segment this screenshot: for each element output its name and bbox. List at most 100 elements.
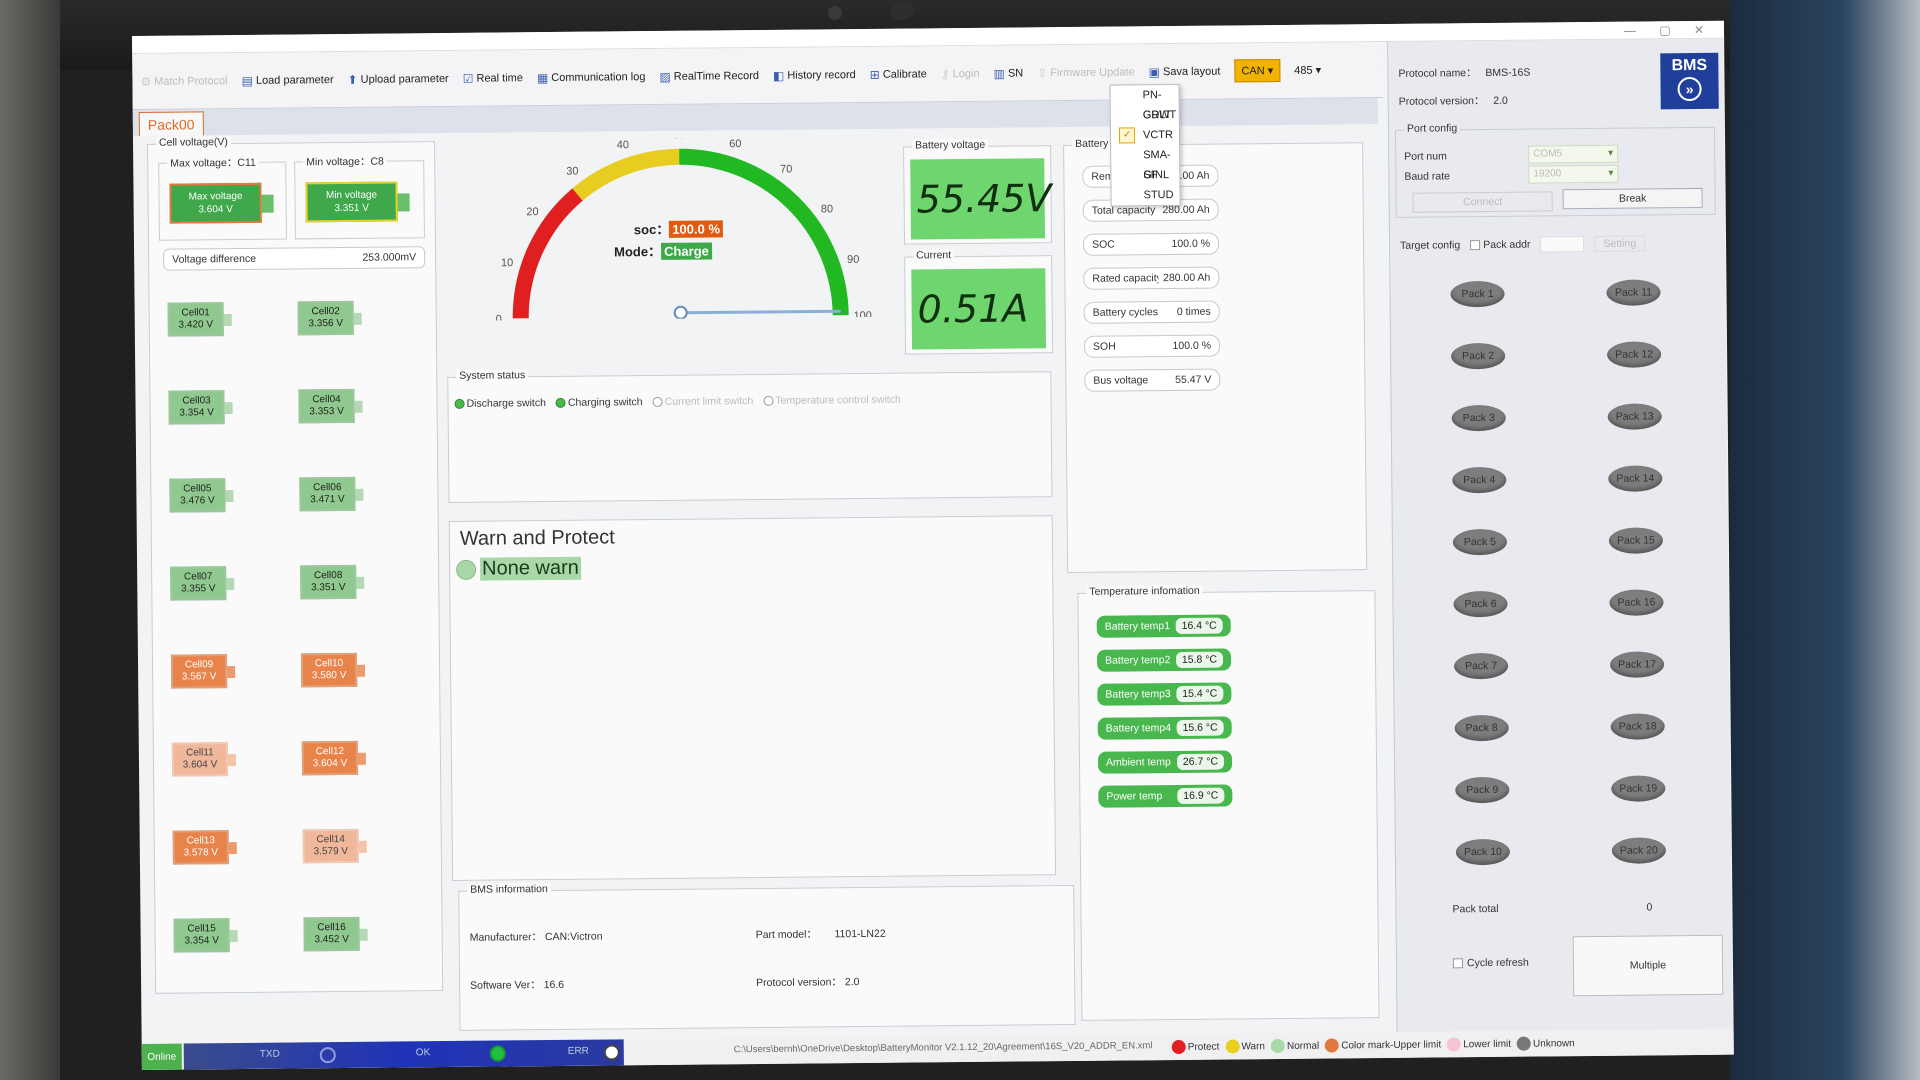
toolbar-load-button[interactable]: ▤ Load parameter [242, 73, 334, 87]
max-voltage-cell: Max voltage 3.604 V [169, 182, 262, 224]
gauge-tick-label: 40 [617, 139, 629, 151]
pack-button[interactable]: Pack 20 [1611, 837, 1667, 864]
pack-button[interactable]: Pack 10 [1455, 838, 1511, 866]
pack-button[interactable]: Pack 6 [1453, 590, 1508, 618]
cycle-refresh-checkbox[interactable]: Cycle refresh [1452, 956, 1529, 970]
pack-total-label: Pack total [1452, 902, 1499, 916]
pack-button[interactable]: Pack 16 [1609, 589, 1664, 616]
cell-value: 3.567 V [181, 671, 217, 683]
protocol-option[interactable]: VCTR [1111, 125, 1179, 146]
pack-button[interactable]: Pack 4 [1452, 466, 1507, 494]
status-bar: Online TXD OK ERR C:\Users\bernh\OneDriv… [141, 1028, 1734, 1070]
cell-cell13: Cell13 3.578 V [172, 830, 229, 865]
pack-button[interactable]: Pack 12 [1607, 341, 1662, 368]
cell-voltage-legend: Cell voltage(V) [155, 136, 231, 149]
radio-icon [555, 398, 566, 409]
toolbar-match-button[interactable]: ⚙ Match Protocol [140, 74, 227, 88]
app-window: — ▢ ✕ ⚙ Match Protocol ▤ Load parameter ⬆ Upl… [132, 20, 1734, 1070]
toolbar-save-button[interactable]: ▣ Sava layout [1149, 64, 1221, 79]
pack-button[interactable]: Pack 3 [1451, 404, 1506, 432]
rs485-dropdown-button[interactable]: 485 ▾ [1294, 64, 1321, 77]
log-icon: ▦ [536, 70, 549, 85]
soc-value: 100.0 % [669, 220, 724, 238]
protocol-version-value: 2.0 [844, 976, 860, 989]
software-version-value: 16.6 [543, 978, 565, 992]
toolbar-label: Login [952, 67, 980, 80]
cell-cell10: Cell10 3.580 V [300, 652, 358, 688]
chevron-down-icon: ▾ [1315, 64, 1322, 77]
pack-button[interactable]: Pack 9 [1455, 776, 1510, 804]
pack-button[interactable]: Pack 18 [1610, 713, 1665, 740]
legend-item: Protect [1171, 1039, 1220, 1055]
pack-button[interactable]: Pack 7 [1453, 652, 1509, 680]
cell-cell02: Cell02 3.356 V [297, 300, 354, 336]
part-model: Part model： 1101-LN22 [756, 926, 886, 942]
temperature-label: Ambient temp [1105, 756, 1171, 769]
system-status-legend: System status [456, 369, 529, 382]
warn-protect-title: Warn and Protect [459, 526, 615, 550]
toolbar-upload-button[interactable]: ⬆ Upload parameter [348, 71, 449, 86]
port-num-select[interactable]: COM5 ▾ [1528, 144, 1619, 164]
pack-button[interactable]: Pack 11 [1606, 279, 1661, 306]
baud-rate-select[interactable]: 19200 ▾ [1528, 164, 1619, 184]
online-indicator: Online [141, 1043, 182, 1070]
temperature-value: 26.7 °C [1176, 753, 1225, 771]
cell-cell12: Cell12 3.604 V [301, 740, 359, 776]
min-voltage-label: Min voltage：C8 [303, 153, 387, 170]
pack-button[interactable]: Pack 1 [1450, 280, 1505, 308]
pack-addr-input[interactable] [1540, 236, 1585, 253]
break-button[interactable]: Break [1562, 187, 1703, 210]
record-icon: ▨ [659, 69, 671, 84]
tab-pack00[interactable]: Pack00 [138, 111, 204, 136]
legend-dot-icon [1270, 1038, 1286, 1054]
pack-addr-checkbox[interactable]: Pack addr [1470, 239, 1531, 252]
legend-dot-icon [1516, 1036, 1532, 1051]
toolbar-history-button[interactable]: ◧ History record [773, 68, 856, 82]
cell-cell03: Cell03 3.354 V [168, 390, 225, 425]
battery-field-value: 55.47 V [1175, 373, 1212, 387]
toolbar-log-button[interactable]: ▦ Communication log [537, 70, 646, 85]
pack-button[interactable]: Pack 8 [1454, 714, 1509, 742]
login-icon: ⚷ [940, 66, 950, 81]
voltage-difference-value: 253.000mV [362, 251, 417, 264]
setting-button[interactable]: Setting [1594, 235, 1646, 252]
cell-name: Cell05 [183, 483, 212, 495]
gauge-arc-segment [572, 148, 680, 201]
protocol-option[interactable]: PN-GDLT [1111, 85, 1179, 121]
toolbar-record-button[interactable]: ▨ RealTime Record [659, 68, 759, 83]
toolbar-checkbox-button[interactable]: ☑ Real time [463, 71, 523, 85]
connect-button[interactable]: Connect [1412, 191, 1553, 213]
legend-item: Lower limit [1447, 1037, 1511, 1052]
toolbar-calibrate-button[interactable]: ⊞ Calibrate [870, 67, 927, 81]
toolbar-firmware-button[interactable]: ⇪ Firmware Update [1037, 65, 1135, 80]
toolbar-label: Upload parameter [360, 72, 449, 86]
battery-voltage-legend: Battery voltage [912, 138, 989, 152]
protocol-option[interactable]: GINL [1111, 165, 1179, 186]
pack-button[interactable]: Pack 5 [1452, 528, 1508, 556]
battery-field-value: 100.0 % [1171, 237, 1211, 251]
battery-field: Bus voltage 55.47 V [1084, 368, 1221, 392]
pack-button[interactable]: Pack 13 [1607, 403, 1662, 430]
pack-button[interactable]: Pack 2 [1451, 342, 1506, 370]
cell-name: Cell06 [313, 482, 342, 494]
manufacturer: Manufacturer： CAN:Victron [470, 929, 603, 945]
toolbar-barcode-button[interactable]: ▥ SN [994, 66, 1024, 80]
protocol-option[interactable]: SMA-SF [1111, 145, 1179, 181]
protocol-option[interactable]: STUD [1111, 185, 1179, 206]
pack-button[interactable]: Pack 19 [1611, 775, 1666, 802]
cycle-refresh-label: Cycle refresh [1466, 956, 1529, 970]
pack-button[interactable]: Pack 15 [1608, 527, 1664, 554]
window-controls[interactable]: — ▢ ✕ [1624, 23, 1714, 38]
pack-button[interactable]: Pack 14 [1608, 465, 1663, 492]
can-dropdown-button[interactable]: CAN ▾ [1234, 58, 1281, 83]
toolbar-login-button[interactable]: ⚷ Login [940, 66, 980, 81]
pack-button[interactable]: Pack 17 [1609, 651, 1665, 678]
ok-label: OK [415, 1047, 431, 1059]
multiple-button[interactable]: Multiple [1572, 934, 1724, 997]
protocol-option[interactable]: GRWT [1111, 105, 1179, 126]
sensor-icon [890, 2, 914, 20]
cell-value: 3.351 V [311, 581, 346, 594]
protocol-version-top-value: 2.0 [1493, 94, 1508, 107]
current-legend: Current [913, 249, 955, 262]
radio-icon [763, 396, 774, 407]
